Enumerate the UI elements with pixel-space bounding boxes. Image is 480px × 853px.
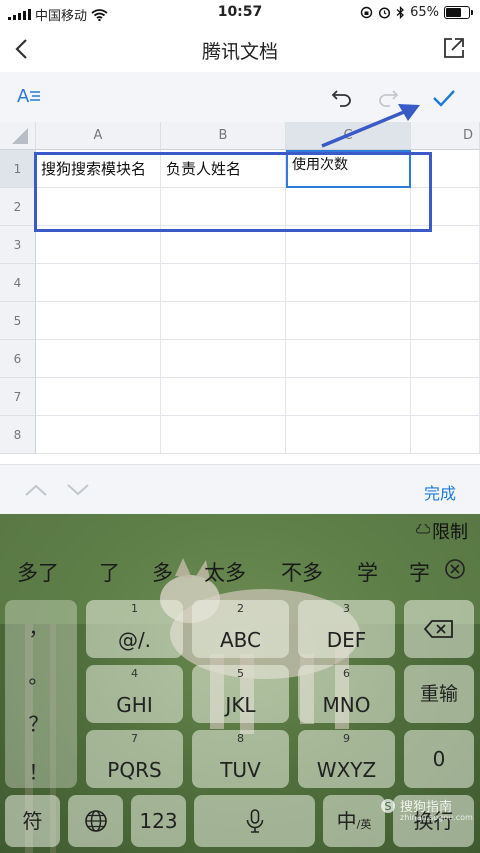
cell-c8[interactable] [286,416,411,454]
key-8[interactable]: 8 TUV [192,730,289,788]
backspace-key[interactable] [404,600,474,658]
cell-b4[interactable] [161,264,286,302]
key-4-number: 4 [131,667,138,680]
svg-text:S: S [385,800,392,813]
key-3[interactable]: 3 DEF [298,600,395,658]
key-7[interactable]: 7 PQRS [86,730,183,788]
punc-comma[interactable]: ， [0,612,77,641]
key-8-number: 8 [237,732,244,745]
cell-d7[interactable] [411,378,480,416]
cell-b7[interactable] [161,378,286,416]
key-2-label: ABC [219,628,261,652]
key-6[interactable]: 6 MNO [298,665,395,723]
key-3-number: 3 [343,602,350,615]
cell-b6[interactable] [161,340,286,378]
globe-icon [84,810,107,832]
key-6-number: 6 [343,667,350,680]
limit-label[interactable]: 限制 [432,518,468,544]
candidate-1[interactable]: 多了 [17,557,59,587]
key-3-label: DEF [326,628,367,652]
ime-keyboard: 限制 多了 了 多 太多 不多 学 字 ， 。 ？ ！ 1 @/. 2 ABC … [0,514,480,853]
backspace-icon [423,620,453,638]
cell-d4[interactable] [411,264,480,302]
key-5[interactable]: 5 JKL [192,665,289,723]
reinput-key[interactable]: 重输 [404,665,474,723]
candidate-6[interactable]: 学 [357,557,378,587]
key-9-label: WXYZ [316,758,377,782]
punc-period[interactable]: 。 [0,660,77,689]
key-9[interactable]: 9 WXYZ [298,730,395,788]
key-5-number: 5 [237,667,244,680]
cell-d6[interactable] [411,340,480,378]
key-0[interactable]: 0 [404,730,474,788]
punc-exclamation[interactable]: ！ [0,756,77,785]
row-header-7[interactable]: 7 [0,378,36,416]
key-4[interactable]: 4 GHI [86,665,183,723]
cell-d8[interactable] [411,416,480,454]
cell-a5[interactable] [36,302,161,340]
cell-a8[interactable] [36,416,161,454]
candidate-7[interactable]: 字 [409,557,430,587]
key-8-label: TUV [220,758,261,782]
cell-c4[interactable] [286,264,411,302]
key-6-label: MNO [322,693,371,717]
cell-a6[interactable] [36,340,161,378]
key-7-number: 7 [131,732,138,745]
cell-c5[interactable] [286,302,411,340]
cell-a4[interactable] [36,264,161,302]
key-2-number: 2 [237,602,244,615]
keyboard-accessory-bar: 完成 [0,464,480,515]
candidate-4[interactable]: 太多 [204,557,246,587]
row-header-6[interactable]: 6 [0,340,36,378]
symbol-key[interactable]: 符 [5,795,60,847]
candidate-5[interactable]: 不多 [281,557,323,587]
key-5-label: JKL [225,693,256,717]
key-4-label: GHI [116,693,153,717]
cell-b8[interactable] [161,416,286,454]
cell-c7[interactable] [286,378,411,416]
next-field-icon[interactable] [66,483,90,497]
annotation-arrow-icon [321,104,420,148]
key-1-label: @/. [117,628,152,652]
key-2[interactable]: 2 ABC [192,600,289,658]
numeric-key[interactable]: 123 [131,795,186,847]
candidate-3[interactable]: 多 [152,557,173,587]
previous-field-icon[interactable] [24,483,48,497]
key-1[interactable]: 1 @/. [86,600,183,658]
key-9-number: 9 [343,732,350,745]
row-header-8[interactable]: 8 [0,416,36,454]
watermark-subtext: zhinan.sogou.com [400,813,473,822]
row-header-3[interactable]: 3 [0,226,36,264]
close-candidates-icon[interactable] [444,558,466,580]
done-button[interactable]: 完成 [424,480,456,504]
sogou-logo-icon: S [381,798,395,813]
cell-c6[interactable] [286,340,411,378]
key-1-number: 1 [131,602,138,615]
space-voice-key[interactable] [194,795,315,847]
language-globe-key[interactable] [68,795,123,847]
lang-sub-label: /英 [356,818,372,831]
chinese-english-toggle-key[interactable]: 中/英 [323,795,385,847]
row-header-4[interactable]: 4 [0,264,36,302]
key-7-label: PQRS [107,758,162,782]
cell-b5[interactable] [161,302,286,340]
microphone-icon [246,809,263,833]
cell-a7[interactable] [36,378,161,416]
punc-question[interactable]: ？ [0,708,77,737]
row-header-5[interactable]: 5 [0,302,36,340]
cloud-icon [416,524,430,534]
lang-main-label: 中 [336,809,357,833]
candidate-2[interactable]: 了 [99,557,120,587]
cell-d5[interactable] [411,302,480,340]
